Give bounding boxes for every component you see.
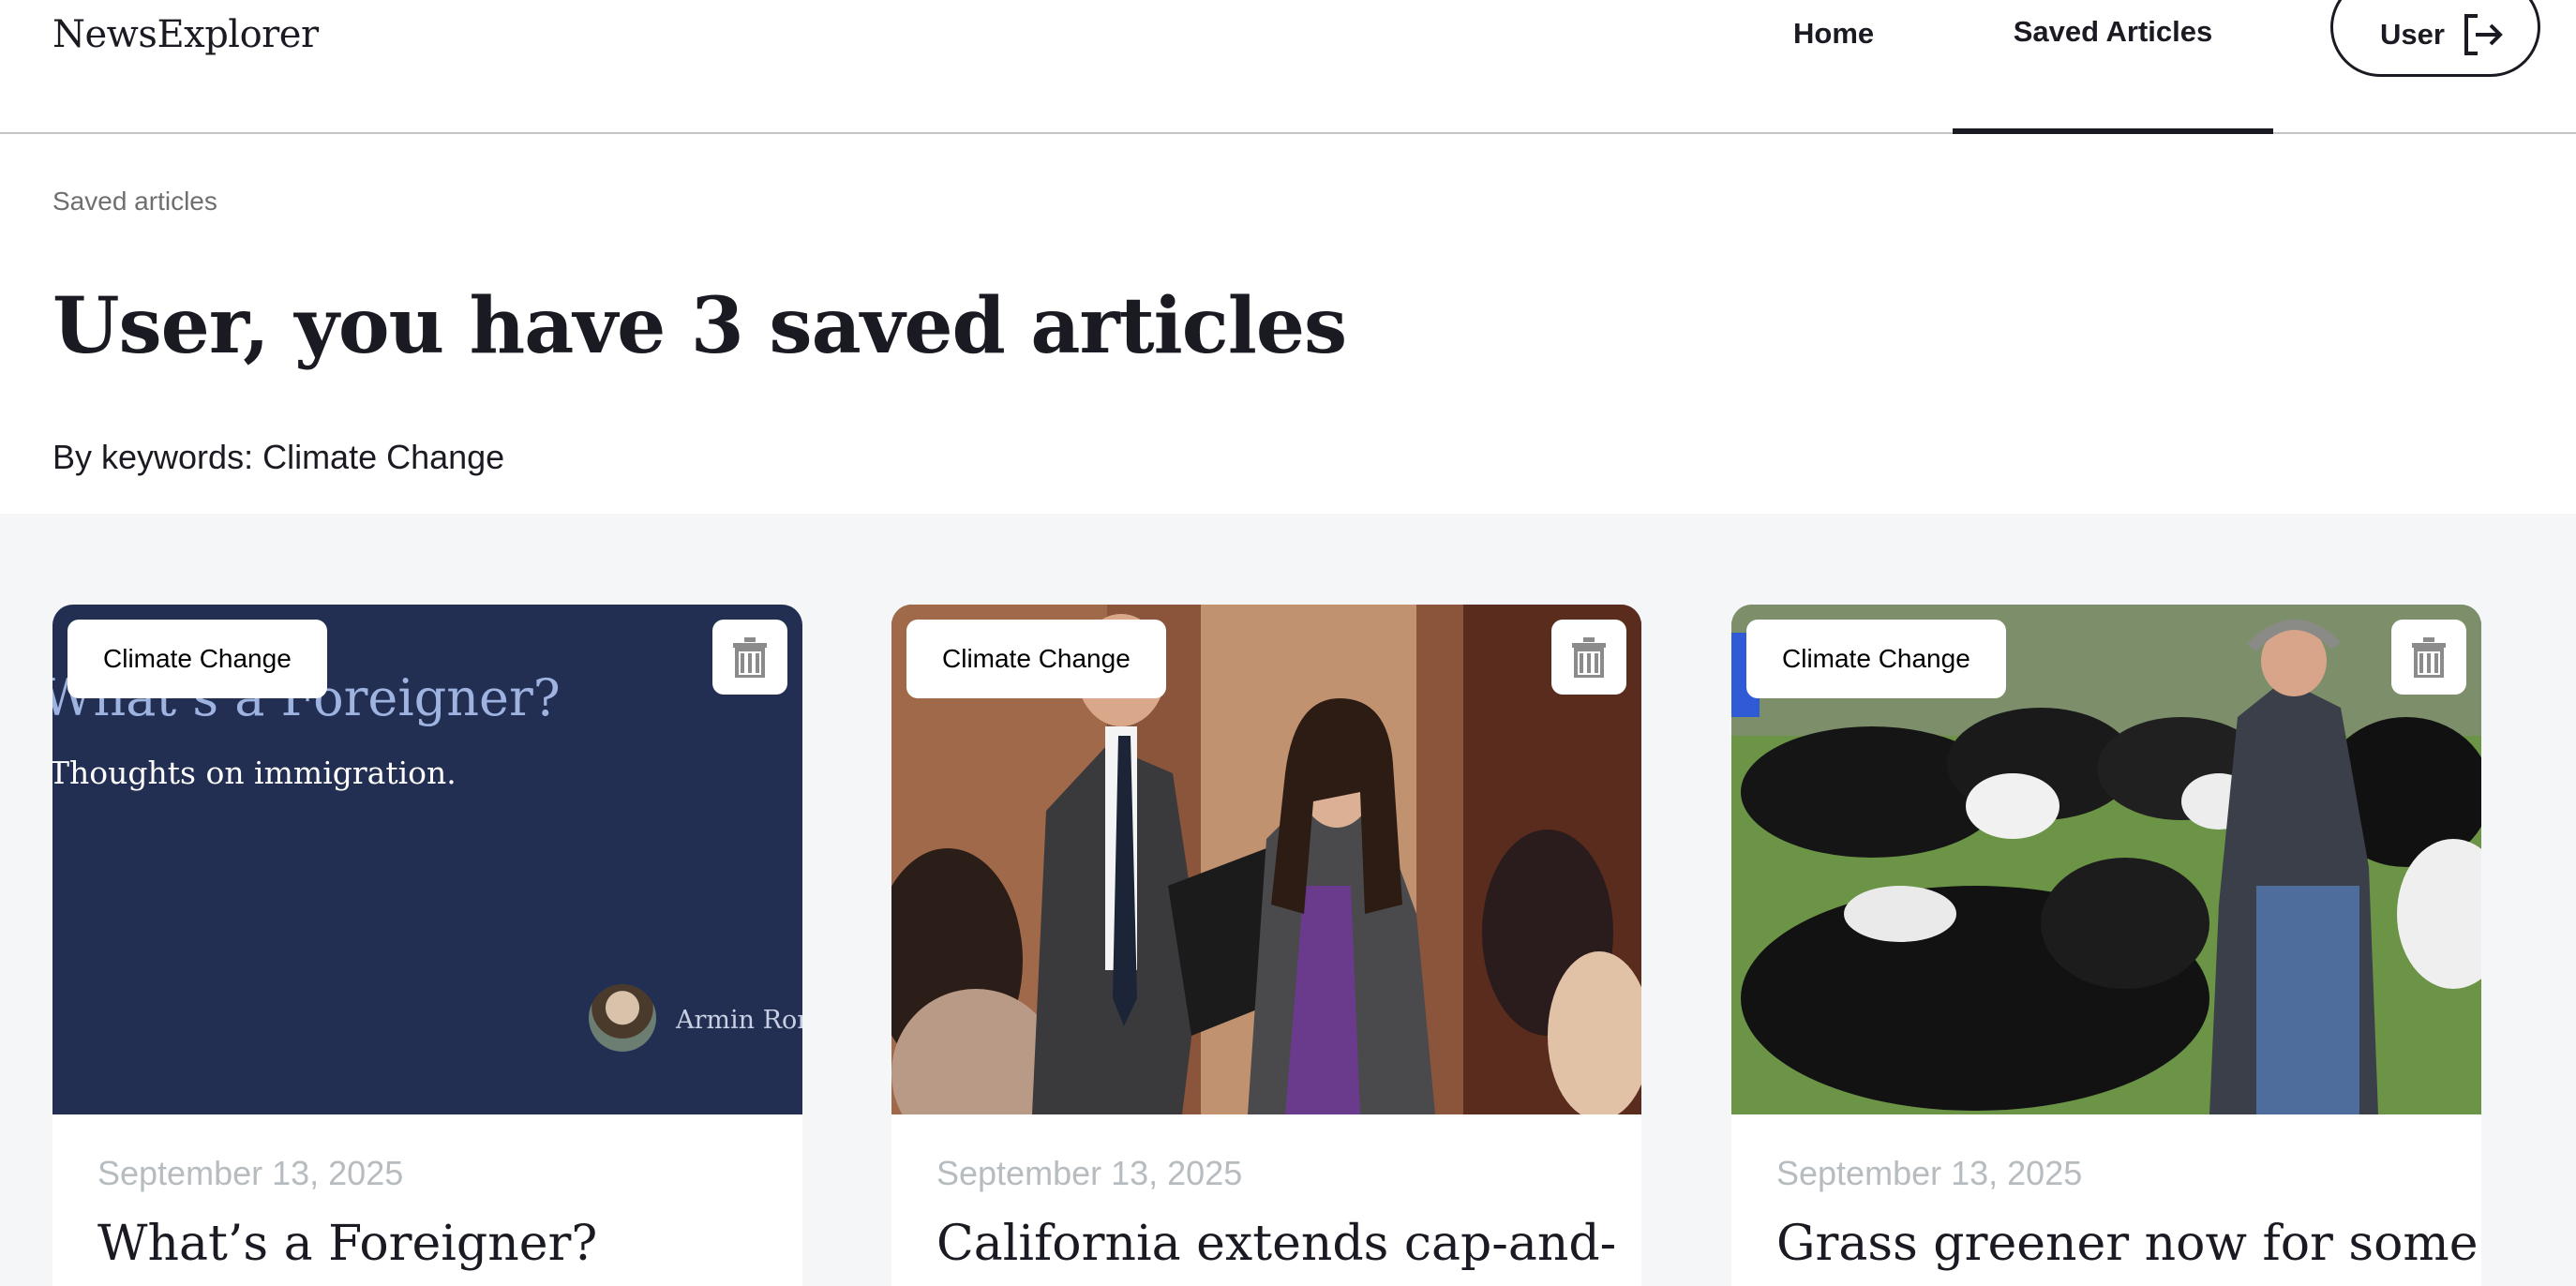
article-card[interactable]: What’s a Foreigner? Thoughts on immigrat… <box>52 605 802 1286</box>
user-name-label: User <box>2380 18 2445 51</box>
trash-icon <box>1572 637 1606 678</box>
image-subheading: Thoughts on immigration. <box>52 755 457 791</box>
article-date: September 13, 2025 <box>936 1154 1243 1192</box>
article-date: September 13, 2025 <box>97 1154 404 1192</box>
keywords-summary: By keywords: Climate Change <box>52 438 505 476</box>
article-keyword-tag: Climate Change <box>1746 620 2006 698</box>
nav-home-link[interactable]: Home <box>1793 17 1874 51</box>
author-avatar <box>589 984 656 1052</box>
delete-article-button[interactable] <box>712 620 787 695</box>
article-card[interactable]: Climate Change September 13, 2025 Califo… <box>891 605 1641 1286</box>
article-keyword-tag: Climate Change <box>67 620 327 698</box>
article-card[interactable]: Climate Change September 13, 2025 Grass … <box>1731 605 2481 1286</box>
nav-saved-articles-link[interactable]: Saved Articles <box>1953 0 2273 134</box>
trash-icon <box>2412 637 2446 678</box>
active-nav-indicator <box>1953 128 2273 134</box>
logout-icon <box>2464 14 2503 55</box>
page-title: User, you have 3 saved articles <box>52 281 1347 371</box>
delete-article-button[interactable] <box>2391 620 2466 695</box>
trash-icon <box>733 637 767 678</box>
nav-saved-articles-label: Saved Articles <box>2013 15 2213 48</box>
image-author: Armin Rona <box>676 1006 802 1035</box>
site-header: NewsExplorer Home Saved Articles User <box>0 0 2576 134</box>
site-logo[interactable]: NewsExplorer <box>52 13 319 56</box>
breadcrumb: Saved articles <box>52 187 217 216</box>
article-title[interactable]: Grass greener now for some <box>1776 1214 2479 1274</box>
delete-article-button[interactable] <box>1551 620 1626 695</box>
article-date: September 13, 2025 <box>1776 1154 2083 1192</box>
article-keyword-tag: Climate Change <box>906 620 1166 698</box>
user-logout-button[interactable]: User <box>2330 0 2540 77</box>
article-title[interactable]: California extends cap-and- <box>936 1214 1616 1274</box>
article-title[interactable]: What’s a Foreigner? <box>97 1214 772 1274</box>
